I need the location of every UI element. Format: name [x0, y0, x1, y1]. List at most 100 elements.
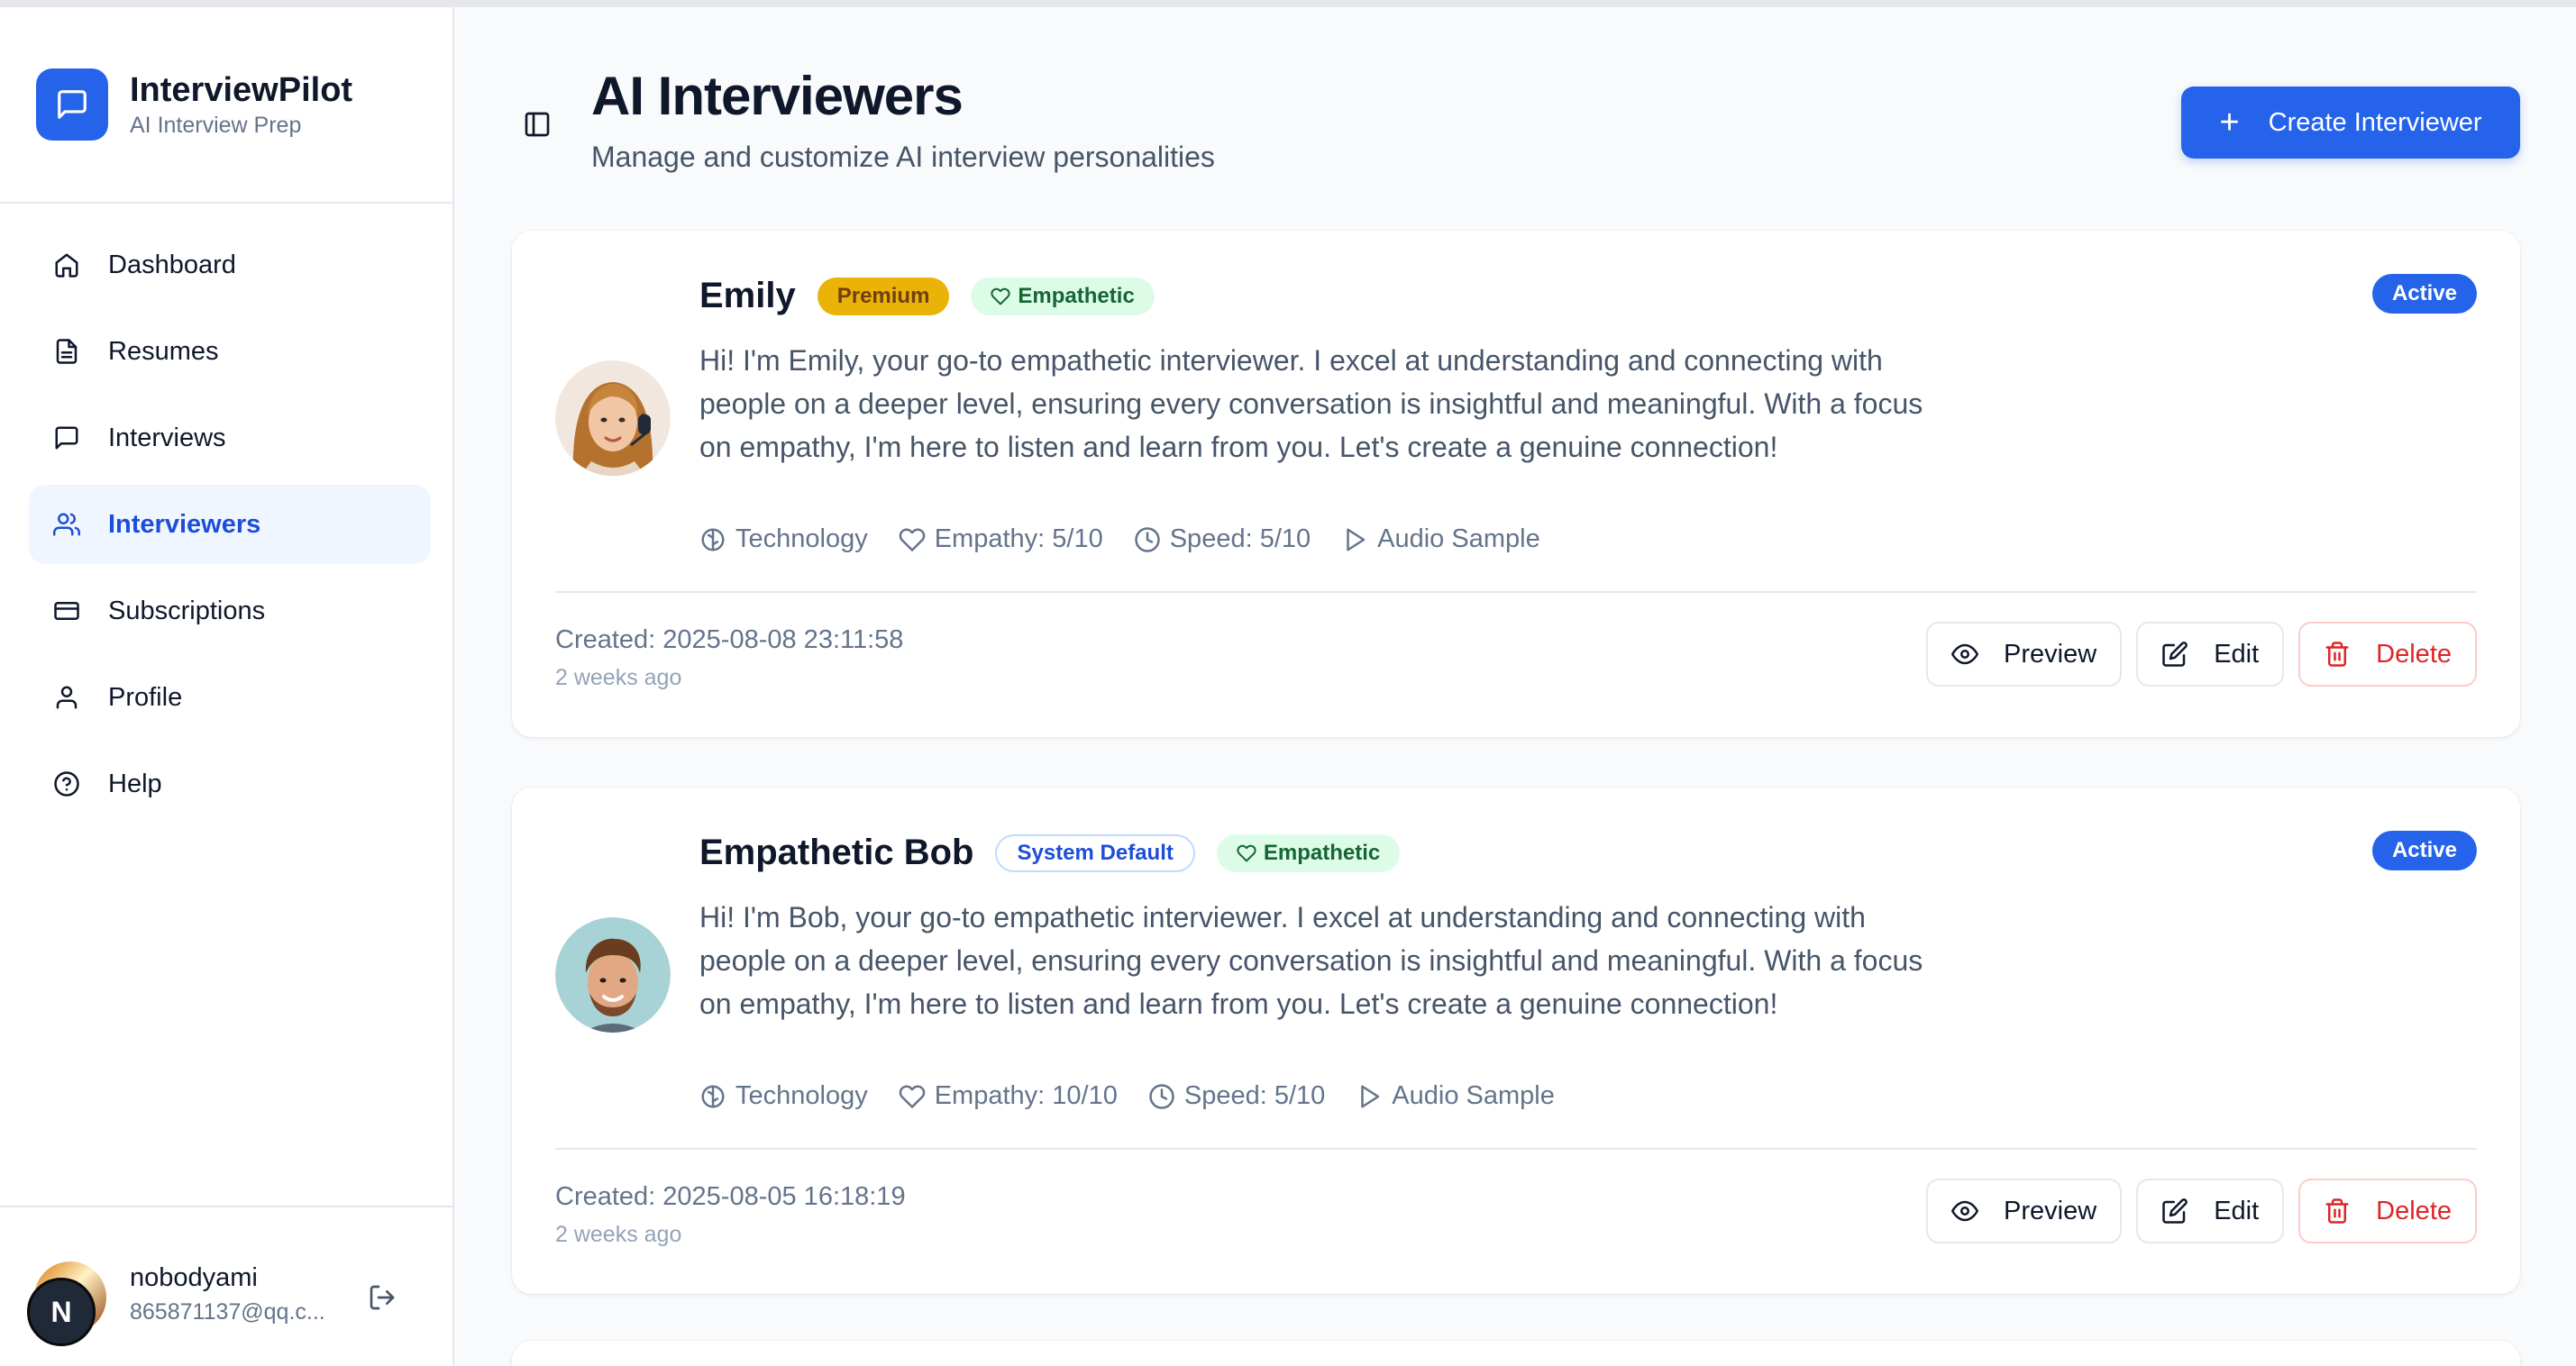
plus-icon: + — [2219, 104, 2240, 141]
interviewer-card: Emily Premium Empathetic Active Hi! I'm … — [512, 231, 2520, 737]
field-label: Technology — [735, 1081, 868, 1110]
delete-label: Delete — [2376, 639, 2452, 669]
chat-logo-icon — [36, 68, 108, 141]
delete-button[interactable]: Delete — [2298, 1179, 2477, 1243]
sidebar-item-interviews[interactable]: Interviews — [29, 398, 431, 478]
sidebar-item-interviewers[interactable]: Interviewers — [29, 485, 431, 564]
trash-icon — [2325, 1198, 2349, 1224]
interviewer-name-row: Empathetic Bob System Default Empathetic — [699, 833, 1421, 873]
interviewer-card — [512, 1341, 2520, 1366]
audio-sample-label: Audio Sample — [1377, 524, 1540, 553]
clock-icon — [1134, 526, 1160, 552]
user-name: nobodyami — [130, 1263, 258, 1292]
empathetic-label: Empathetic — [1018, 283, 1135, 308]
empathy-meta: Empathy: 10/10 — [899, 1081, 1118, 1111]
eye-icon — [1951, 1200, 1979, 1222]
audio-sample-label: Audio Sample — [1392, 1081, 1555, 1110]
trash-icon — [2325, 642, 2349, 667]
empathy-label: Empathy: 5/10 — [934, 524, 1103, 553]
interviewer-card: Empathetic Bob System Default Empathetic… — [512, 788, 2520, 1294]
status-badge: Active — [2371, 831, 2477, 870]
brain-icon — [701, 1085, 725, 1107]
sidebar-item-label: Help — [108, 769, 162, 798]
card-actions: Preview Edit Delete — [1912, 1179, 2477, 1243]
sidebar-item-resumes[interactable]: Resumes — [29, 312, 431, 391]
card-divider — [555, 591, 2477, 593]
credit-card-icon — [50, 595, 83, 627]
preview-button[interactable]: Preview — [1926, 1179, 2123, 1243]
empathy-meta: Empathy: 5/10 — [899, 524, 1103, 554]
edit-icon — [2162, 1198, 2188, 1224]
heart-icon — [899, 528, 925, 551]
page-title: AI Interviewers — [591, 66, 964, 126]
empathetic-badge: Empathetic — [1216, 833, 1401, 872]
sidebar-item-dashboard[interactable]: Dashboard — [29, 225, 431, 305]
sidebar-nav: Dashboard Resumes Interviews Interviewer… — [29, 225, 431, 831]
field-meta: Technology — [699, 524, 868, 554]
empathetic-label: Empathetic — [1263, 840, 1381, 865]
interviewer-name: Emily — [699, 276, 796, 315]
audio-sample-button[interactable]: Audio Sample — [1341, 524, 1540, 554]
edit-button[interactable]: Edit — [2136, 1179, 2285, 1243]
card-actions: Preview Edit Delete — [1912, 622, 2477, 687]
field-label: Technology — [735, 524, 868, 553]
speed-label: Speed: 5/10 — [1169, 524, 1311, 553]
help-circle-icon — [50, 768, 83, 800]
audio-sample-button[interactable]: Audio Sample — [1356, 1081, 1555, 1111]
heart-icon — [991, 287, 1010, 305]
interviewer-description: Hi! I'm Emily, your go-to empathetic int… — [699, 344, 1923, 463]
interviewer-description: Hi! I'm Bob, your go-to empathetic inter… — [699, 901, 1923, 1020]
created-relative: 2 weeks ago — [555, 665, 682, 690]
edit-label: Edit — [2214, 639, 2260, 669]
sidebar-item-label: Resumes — [108, 336, 219, 366]
sidebar-item-label: Interviews — [108, 423, 226, 452]
status-badge: Active — [2371, 274, 2477, 314]
heart-icon — [899, 1085, 925, 1108]
preview-label: Preview — [2004, 1196, 2097, 1225]
create-interviewer-label: Create Interviewer — [2268, 107, 2482, 137]
interviewer-meta: Technology Empathy: 5/10 Speed: 5/10 Aud… — [699, 524, 1571, 554]
eye-icon — [1951, 643, 1979, 665]
sidebar-item-label: Interviewers — [108, 509, 261, 539]
sidebar-item-label: Dashboard — [108, 250, 236, 279]
heart-icon — [1237, 844, 1256, 861]
created-date: Created: 2025-08-08 23:11:58 — [555, 625, 904, 654]
message-square-icon — [50, 422, 83, 454]
sidebar-item-subscriptions[interactable]: Subscriptions — [29, 571, 431, 651]
home-icon — [50, 249, 83, 281]
interviewer-name: Empathetic Bob — [699, 833, 974, 872]
file-text-icon — [50, 335, 83, 368]
sidebar-item-profile[interactable]: Profile — [29, 658, 431, 737]
sidebar-divider — [0, 202, 452, 204]
avatar[interactable]: N — [27, 1261, 106, 1346]
preview-label: Preview — [2004, 639, 2097, 669]
delete-button[interactable]: Delete — [2298, 622, 2477, 687]
play-icon — [1361, 1085, 1380, 1107]
sidebar-item-label: Subscriptions — [108, 596, 266, 625]
field-meta: Technology — [699, 1081, 868, 1111]
speed-label: Speed: 5/10 — [1183, 1081, 1326, 1110]
empathetic-badge: Empathetic — [971, 277, 1155, 315]
edit-button[interactable]: Edit — [2136, 622, 2285, 687]
users-icon — [50, 508, 83, 541]
premium-badge: Premium — [817, 277, 950, 315]
create-interviewer-button[interactable]: + Create Interviewer — [2181, 87, 2520, 159]
speed-meta: Speed: 5/10 — [1134, 524, 1311, 554]
page-subtitle: Manage and customize AI interview person… — [591, 141, 1215, 173]
sidebar-item-help[interactable]: Help — [29, 744, 431, 824]
created-date: Created: 2025-08-05 16:18:19 — [555, 1182, 906, 1211]
top-border — [0, 0, 2576, 7]
brand[interactable]: InterviewPilot AI Interview Prep — [36, 68, 352, 141]
play-icon — [1347, 528, 1366, 551]
brain-icon — [701, 528, 725, 551]
logout-icon[interactable] — [361, 1276, 404, 1319]
delete-label: Delete — [2376, 1196, 2452, 1225]
sidebar: InterviewPilot AI Interview Prep Dashboa… — [0, 7, 454, 1366]
user-menu[interactable]: N nobodyami 865871137@qq.c... — [27, 1254, 433, 1346]
speed-meta: Speed: 5/10 — [1148, 1081, 1325, 1111]
sidebar-item-label: Profile — [108, 682, 183, 712]
sidebar-toggle-icon[interactable] — [517, 105, 557, 144]
interviewer-portrait — [555, 360, 671, 476]
preview-button[interactable]: Preview — [1926, 622, 2123, 687]
edit-label: Edit — [2214, 1196, 2260, 1225]
